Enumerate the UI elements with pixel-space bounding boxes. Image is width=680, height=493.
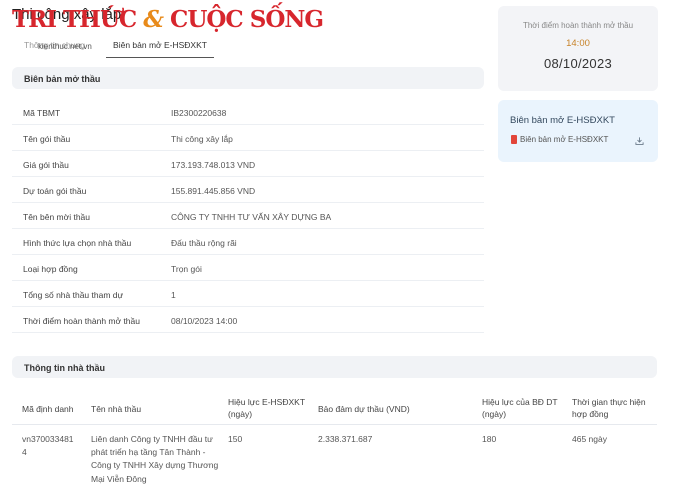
document-file-label[interactable]: Biên bản mở E-HSĐXKT (520, 135, 608, 144)
info-row: Thời điểm hoàn thành mở thầu 08/10/2023 … (12, 307, 484, 333)
site-logo: TRI THỨC & CUỘC SỐNG (12, 6, 324, 33)
info-label: Thời điểm hoàn thành mở thầu (23, 316, 140, 326)
info-row: Mã TBMT IB2300220638 (12, 99, 484, 125)
bidder-name-line: phát triển hạ tầng Tân Thành - (91, 447, 206, 458)
info-row: Tên gói thầu Thi công xây lắp (12, 125, 484, 151)
column-header-text: Hiệu lực E-HSĐXKT (228, 397, 306, 407)
info-label: Hình thức lựa chọn nhà thầu (23, 238, 132, 248)
logo-ampersand: & (143, 6, 164, 33)
document-card: Biên bản mở E-HSĐXKT Biên bản mở E-HSĐXK… (498, 100, 658, 162)
column-header-text: Thời gian thực hiện (572, 397, 646, 407)
info-label: Tổng số nhà thầu tham dự (23, 290, 124, 300)
column-header-id: Mã định danh (22, 404, 74, 414)
info-value: 173.193.748.013 VND (171, 160, 256, 170)
bidder-name-line: Mại Viễn Đông (91, 473, 147, 484)
bidder-guarantee: 2.338.371.687 (318, 434, 373, 444)
info-value: CÔNG TY TNHH TƯ VẤN XÂY DỰNG BA (171, 212, 332, 222)
info-value: Đấu thầu rộng rãi (171, 238, 237, 248)
info-value: Thi công xây lắp (171, 134, 233, 144)
logo-text-orange: CUỘC SỐNG (170, 6, 324, 33)
bid-record-title: Biên bản mở thầu (12, 67, 484, 89)
document-title: Biên bản mở E-HSĐXKT (510, 115, 615, 126)
info-row: Hình thức lựa chọn nhà thầu Đấu thầu rộn… (12, 229, 484, 255)
column-header-text: (ngày) (228, 409, 253, 420)
pdf-icon (511, 135, 517, 144)
tab-opening-record[interactable]: Biên bản mở E-HSĐXKT (106, 40, 214, 58)
bidder-duration: 465 ngày (572, 434, 607, 444)
bidder-name: Liên danh Công ty TNHH đầu tư phát triển… (91, 433, 218, 486)
logo-text-red: TRI THỨC (12, 6, 137, 33)
bidder-name-line: Liên danh Công ty TNHH đầu tư (91, 434, 213, 444)
column-header-duration: Thời gian thực hiện hợp đồng (572, 396, 646, 421)
info-value: 155.891.445.856 VND (171, 186, 256, 196)
info-label: Mã TBMT (23, 108, 61, 118)
info-value: 08/10/2023 14:00 (171, 316, 238, 326)
info-label: Tên gói thầu (23, 134, 71, 144)
document-link[interactable]: Biên bản mở E-HSĐXKT (511, 135, 608, 144)
info-row: Loại hợp đồng Trọn gói (12, 255, 484, 281)
column-header-text: hợp đồng (572, 409, 609, 420)
info-value: IB2300220638 (171, 108, 227, 118)
column-header-name: Tên nhà thầu (91, 404, 142, 414)
bidder-name-line: Công ty TNHH Xây dựng Thương (91, 460, 219, 471)
info-row: Dự toán gói thầu 155.891.445.856 VND (12, 177, 484, 203)
info-value: Trọn gói (171, 264, 202, 274)
info-row: Giá gói thầu 173.193.748.013 VND (12, 151, 484, 177)
logo-url: kienthuc.net.vn (38, 42, 92, 51)
download-icon[interactable] (635, 136, 644, 146)
info-label: Tên bên mời thầu (23, 212, 90, 222)
bidder-id-line: 4 (22, 447, 27, 458)
completion-time-card: Thời điểm hoàn thành mở thầu 14:00 08/10… (498, 6, 658, 91)
column-header-bd-validity: Hiệu lực của BĐ DT (ngày) (482, 396, 558, 421)
completion-date: 08/10/2023 (543, 56, 613, 71)
bidder-bd-validity: 180 (482, 434, 497, 444)
table-divider (12, 424, 657, 425)
info-value: 1 (171, 290, 176, 300)
info-label: Loại hợp đồng (23, 264, 78, 274)
column-header-text: (ngày) (482, 409, 507, 420)
info-row: Tên bên mời thầu CÔNG TY TNHH TƯ VẤN XÂY… (12, 203, 484, 229)
bidder-section-title: Thông tin nhà thầu (12, 356, 657, 378)
column-header-text: Hiệu lực của BĐ DT (482, 397, 558, 407)
info-row: Tổng số nhà thầu tham dự 1 (12, 281, 484, 307)
bid-record-card: Biên bản mở thầu Mã TBMT IB2300220638 Tê… (12, 67, 484, 335)
bidder-id: vn370033481 4 (22, 433, 74, 459)
info-label: Giá gói thầu (23, 160, 69, 170)
completion-time: 14:00 (566, 38, 590, 49)
bidder-id-line: vn370033481 (22, 434, 74, 444)
column-header-guarantee: Bảo đảm dự thầu (VND) (318, 404, 410, 414)
completion-label: Thời điểm hoàn thành mở thầu (522, 21, 634, 30)
bidder-validity: 150 (228, 434, 243, 444)
column-header-validity: Hiệu lực E-HSĐXKT (ngày) (228, 396, 305, 421)
info-label: Dự toán gói thầu (23, 186, 87, 196)
